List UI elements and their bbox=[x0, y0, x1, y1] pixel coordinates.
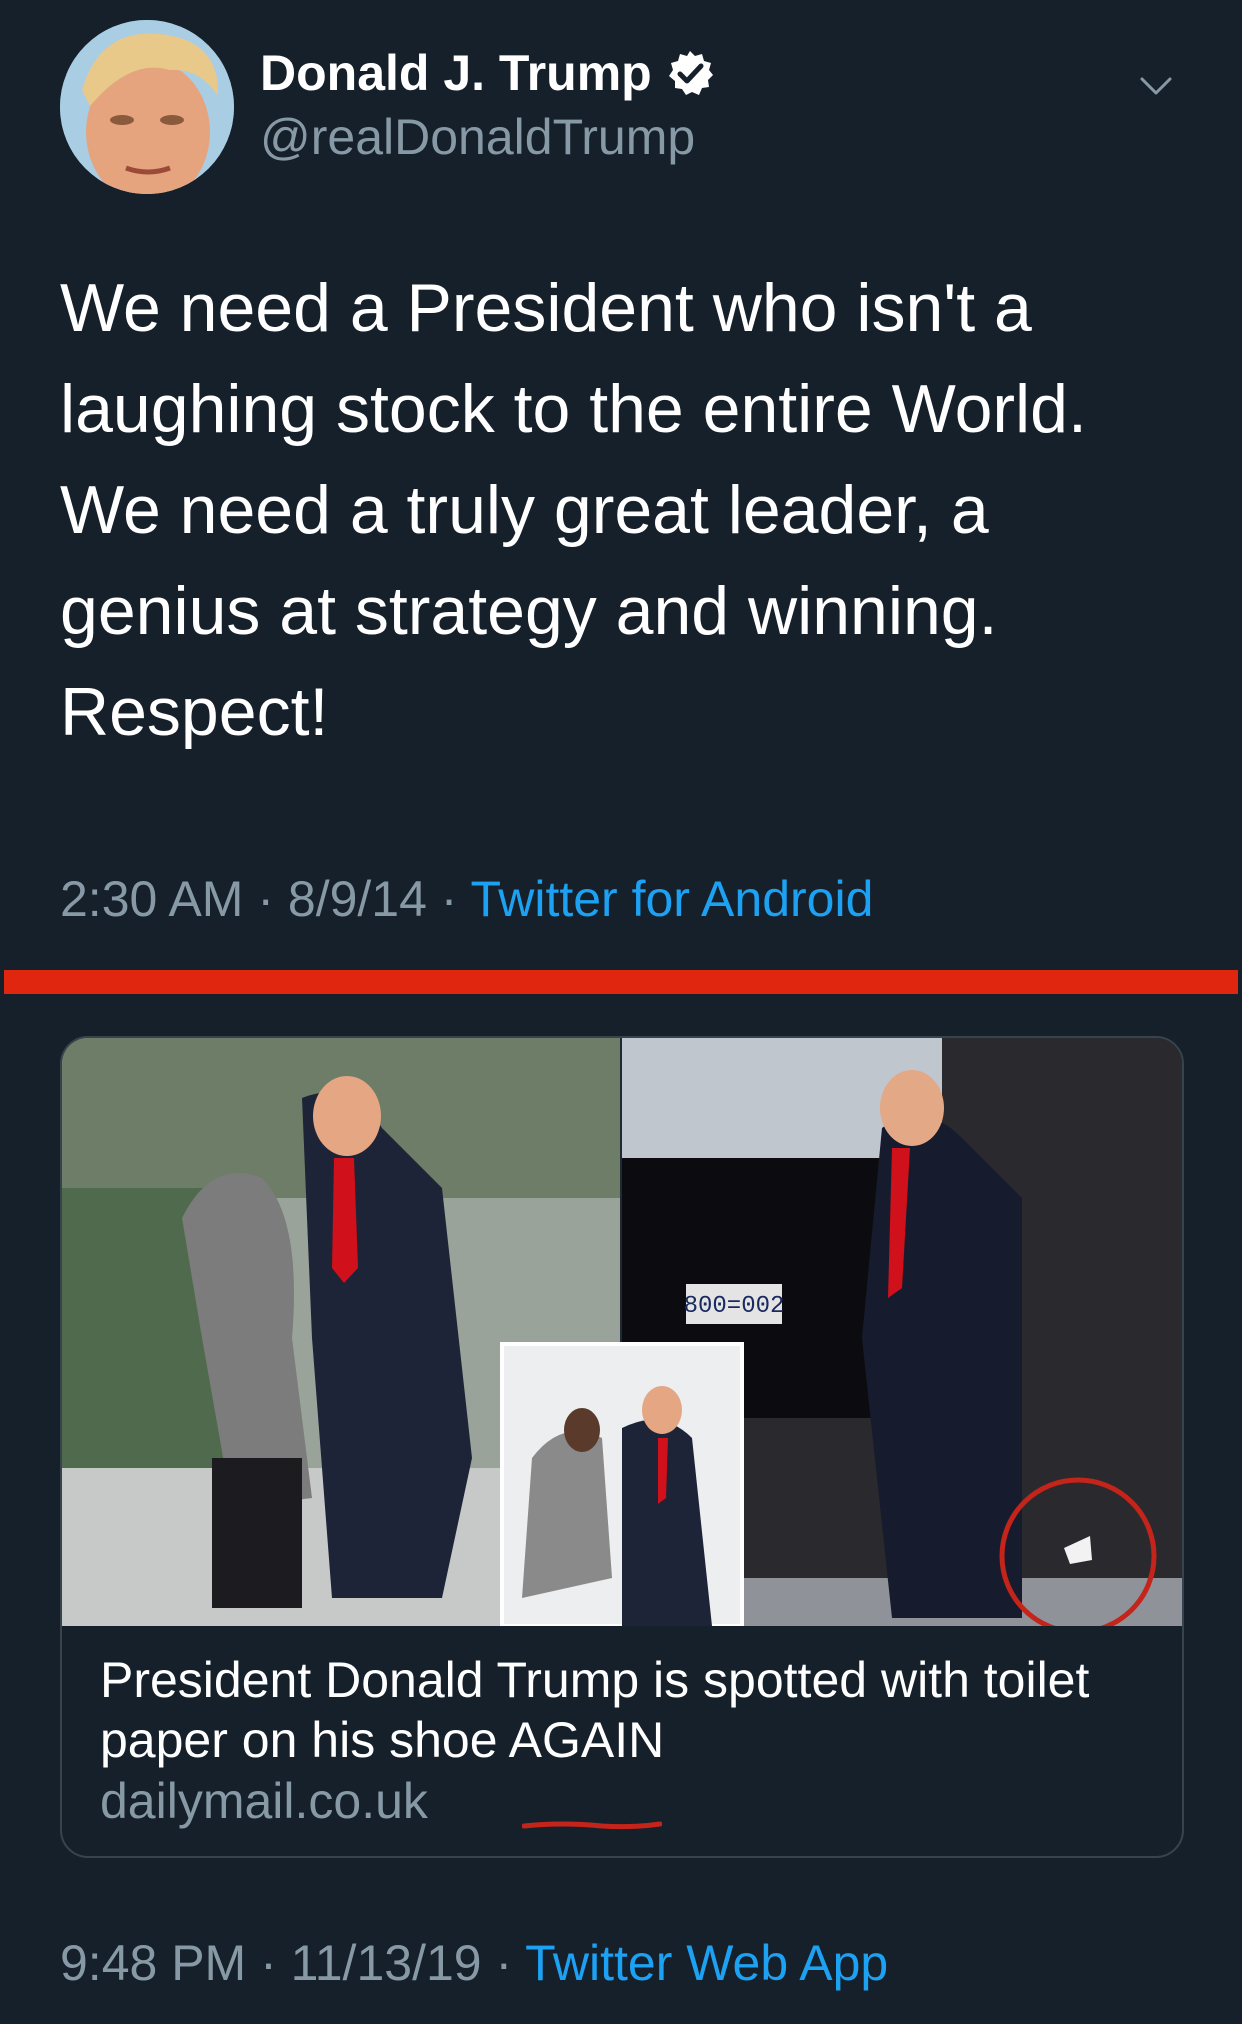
meta-separator: · bbox=[246, 1935, 291, 1991]
tweet-header: Donald J. Trump @realDonaldTrump bbox=[58, 18, 1184, 198]
author-handle[interactable]: @realDonaldTrump bbox=[260, 108, 695, 166]
tweet-text: We need a President who isn't a laughing… bbox=[60, 270, 1087, 750]
second-tweet-time: 9:48 PM bbox=[60, 1935, 247, 1991]
meta-separator: · bbox=[243, 871, 288, 927]
card-image[interactable]: 800=002 bbox=[62, 1038, 1182, 1635]
meta-separator: · bbox=[426, 871, 471, 927]
red-separator-bar bbox=[4, 970, 1238, 994]
card-title[interactable]: President Donald Trump is spotted with t… bbox=[100, 1650, 1150, 1770]
red-underline-annotation bbox=[522, 1821, 662, 1830]
second-tweet-meta: 9:48 PM · 11/13/19 · Twitter Web App bbox=[60, 1934, 888, 1992]
tweet-source-link[interactable]: Twitter for Android bbox=[470, 871, 873, 927]
tweet-meta: 2:30 AM · 8/9/14 · Twitter for Android bbox=[60, 870, 873, 928]
chevron-down-icon[interactable] bbox=[1134, 64, 1178, 108]
meta-separator: · bbox=[481, 1935, 526, 1991]
card-image-collage: 800=002 bbox=[62, 1038, 1182, 1635]
author-name-row: Donald J. Trump bbox=[260, 44, 714, 102]
card-text-area[interactable]: President Donald Trump is spotted with t… bbox=[62, 1626, 1182, 1856]
verified-badge-icon bbox=[668, 51, 713, 95]
second-tweet-source-link[interactable]: Twitter Web App bbox=[525, 1935, 888, 1991]
license-plate-text: 800=002 bbox=[684, 1293, 785, 1320]
avatar-image bbox=[60, 20, 234, 194]
card-domain: dailymail.co.uk bbox=[100, 1773, 428, 1829]
author-name[interactable]: Donald J. Trump bbox=[260, 44, 652, 102]
tweet-date[interactable]: 8/9/14 bbox=[288, 871, 427, 927]
tweet-time: 2:30 AM bbox=[60, 871, 244, 927]
avatar[interactable] bbox=[60, 20, 234, 194]
second-tweet-date[interactable]: 11/13/19 bbox=[291, 1935, 482, 1991]
link-card[interactable]: 800=002 President Donald Trump is spotte… bbox=[60, 1036, 1184, 1858]
